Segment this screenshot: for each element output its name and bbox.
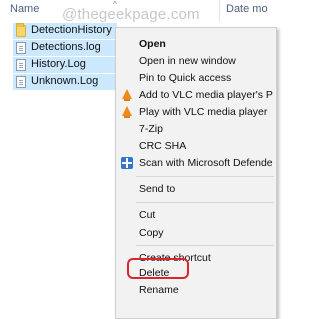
menu-separator xyxy=(136,245,274,246)
menu-item-send-to[interactable]: Send to xyxy=(116,180,276,198)
defender-shield-icon xyxy=(121,157,133,169)
menu-item-pin-quick-access[interactable]: Pin to Quick access xyxy=(116,69,276,87)
menu-item-cut[interactable]: Cut xyxy=(116,206,276,224)
menu-item-label: Play with VLC media player xyxy=(139,106,268,118)
menu-item-label: Cut xyxy=(139,209,156,221)
watermark: @thegeekpage.com xyxy=(62,6,200,23)
vlc-cone-icon xyxy=(122,106,132,118)
menu-item-label: Open xyxy=(139,38,166,50)
column-divider[interactable] xyxy=(219,0,220,22)
file-row-detections-log[interactable]: Detections.log xyxy=(13,40,117,56)
file-name: Unknown.Log xyxy=(31,75,99,87)
menu-item-label: Add to VLC media player's P xyxy=(139,89,273,101)
menu-item-label: Rename xyxy=(139,284,179,296)
menu-item-label: Send to xyxy=(139,183,176,195)
menu-item-label: Open in new window xyxy=(139,55,236,67)
menu-separator xyxy=(136,202,274,203)
menu-separator xyxy=(136,176,274,177)
menu-item-label: 7-Zip xyxy=(139,123,163,135)
menu-item-add-vlc-playlist[interactable]: Add to VLC media player's P xyxy=(116,86,276,104)
menu-item-open-new-window[interactable]: Open in new window xyxy=(116,52,276,70)
menu-item-copy[interactable]: Copy xyxy=(116,224,276,242)
menu-item-label: CRC SHA xyxy=(139,140,187,152)
menu-item-rename[interactable]: Rename xyxy=(116,281,276,299)
menu-item-7zip[interactable]: 7-Zip xyxy=(116,120,276,138)
file-row-history-log[interactable]: History.Log xyxy=(13,57,117,73)
document-icon xyxy=(16,59,26,71)
date-modified-column-header[interactable]: Date mo xyxy=(226,3,268,15)
file-name: History.Log xyxy=(31,58,86,70)
delete-highlight-outline xyxy=(127,258,189,279)
menu-item-open[interactable]: Open xyxy=(116,35,276,53)
menu-item-crc-sha[interactable]: CRC SHA xyxy=(116,137,276,155)
menu-item-label: Pin to Quick access xyxy=(139,72,232,84)
document-icon xyxy=(16,76,26,88)
document-icon xyxy=(16,42,26,54)
vlc-cone-icon xyxy=(122,89,132,101)
file-name: DetectionHistory xyxy=(31,24,112,36)
name-column-header[interactable]: Name xyxy=(10,3,39,15)
folder-icon xyxy=(16,23,26,37)
menu-item-label: Copy xyxy=(139,227,164,239)
file-row-detectionhistory[interactable]: DetectionHistory xyxy=(13,23,117,39)
file-row-unknown-log[interactable]: Unknown.Log xyxy=(13,74,117,90)
file-name: Detections.log xyxy=(31,41,101,53)
menu-item-play-vlc[interactable]: Play with VLC media player xyxy=(116,103,276,121)
menu-item-scan-defender[interactable]: Scan with Microsoft Defende xyxy=(116,154,276,172)
menu-item-label: Scan with Microsoft Defende xyxy=(139,157,273,169)
